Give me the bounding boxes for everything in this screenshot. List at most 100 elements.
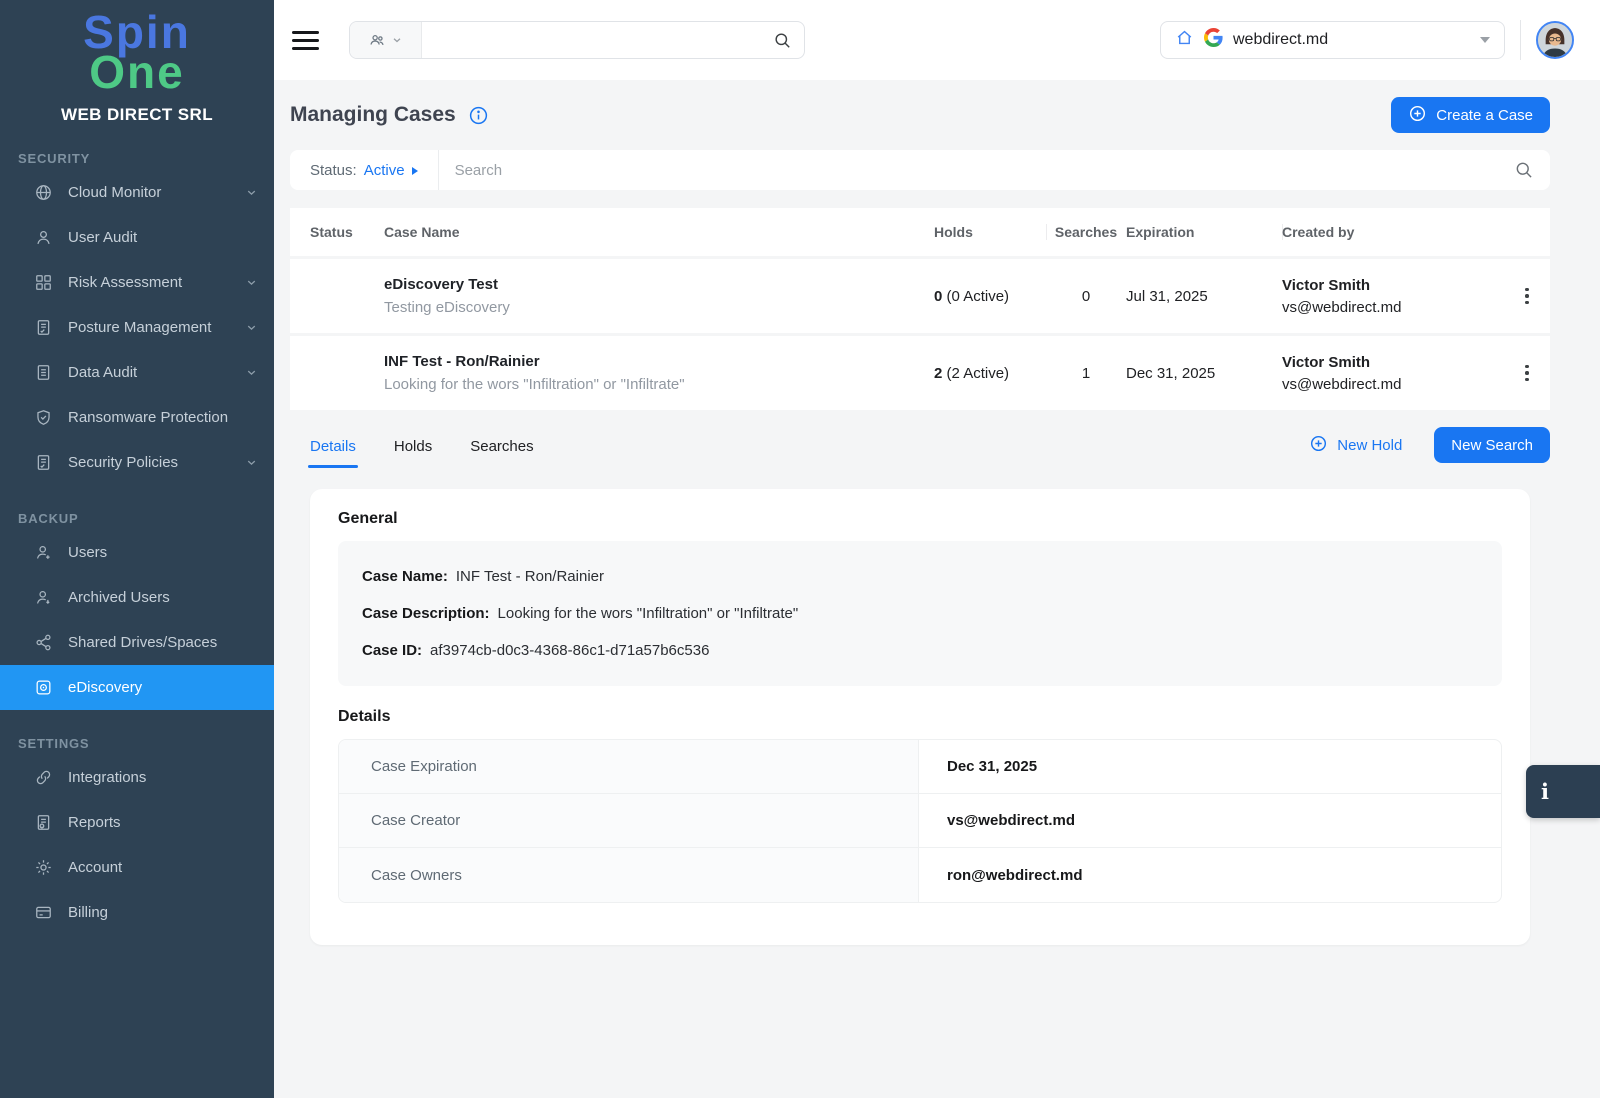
case-name: INF Test - Ron/Rainier [384,353,934,370]
expiration-cell: Jul 31, 2025 [1126,288,1282,305]
doc-lines-icon [34,363,53,382]
table-header-row: Status Case Name Holds Searches Expirati… [290,208,1550,256]
details-section-title: Details [338,708,1502,726]
org-selector-value: webdirect.md [1233,31,1328,49]
app-window: Spin One WEB DIRECT SRL SECURITY Cloud M… [0,0,1600,1098]
logo-one-text: One [0,52,274,92]
doc-check-icon [34,318,53,337]
menu-button[interactable] [292,26,319,55]
tab-actions: New Hold New Search [1303,427,1550,468]
home-icon [1175,28,1194,52]
section-title-settings: SETTINGS [0,736,274,751]
sidebar-item-risk-assessment[interactable]: Risk Assessment [0,260,274,305]
users-group-icon [368,31,386,49]
new-hold-button[interactable]: New Hold [1303,433,1408,458]
user-plus-icon [34,543,53,562]
detail-tabs: Details Holds Searches New Hold New Sear… [290,422,1550,468]
info-icon[interactable] [468,105,489,126]
topbar-right: webdirect.md [1160,20,1574,60]
share-icon [34,633,53,652]
sidebar-item-ediscovery[interactable]: eDiscovery [0,665,274,710]
case-description-field: Case Description: Looking for the wors "… [362,595,1478,632]
org-selector[interactable]: webdirect.md [1160,21,1505,59]
search-icon[interactable] [773,31,792,50]
topbar: webdirect.md [274,0,1600,80]
sidebar-item-archived-users[interactable]: Archived Users [0,575,274,620]
holds-cell: 2 (2 Active) [934,365,1046,382]
details-row-owners: Case Owners ron@webdirect.md [339,848,1501,902]
plus-circle-icon [1408,104,1427,127]
expiration-cell: Dec 31, 2025 [1126,365,1282,382]
sidebar-item-account[interactable]: Account [0,845,274,890]
chevron-down-icon [245,456,258,469]
section-title-security: SECURITY [0,151,274,166]
row-menu-kebab-icon[interactable] [1521,361,1533,386]
ediscovery-icon [34,678,53,697]
plus-circle-icon [1309,434,1328,457]
sidebar: Spin One WEB DIRECT SRL SECURITY Cloud M… [0,0,274,1098]
page-title: Managing Cases [290,103,456,127]
row-menu-kebab-icon[interactable] [1521,284,1533,309]
created-by-cell: Victor Smith vs@webdirect.md [1282,354,1504,393]
doc-check-icon [34,453,53,472]
details-table: Case Expiration Dec 31, 2025 Case Creato… [338,739,1502,903]
user-icon [34,228,53,247]
general-info-box: Case Name: INF Test - Ron/Rainier Case D… [338,541,1502,686]
holds-cell: 0 (0 Active) [934,288,1046,305]
tab-holds[interactable]: Holds [394,438,432,468]
chevron-down-icon [245,321,258,334]
sidebar-item-shared-drives[interactable]: Shared Drives/Spaces [0,620,274,665]
sidebar-item-security-policies[interactable]: Security Policies [0,440,274,485]
avatar[interactable] [1536,21,1574,59]
sidebar-item-reports[interactable]: Reports [0,800,274,845]
create-case-button[interactable]: Create a Case [1391,97,1550,133]
gear-icon [34,858,53,877]
info-letter: i [1541,779,1549,804]
search-scope-dropdown[interactable] [350,22,422,58]
sidebar-item-billing[interactable]: Billing [0,890,274,935]
global-search-input[interactable] [422,32,773,49]
content-area: Managing Cases Create a Case Status: Act… [274,80,1600,1098]
details-row-expiration: Case Expiration Dec 31, 2025 [339,740,1501,794]
table-row[interactable]: eDiscovery Test Testing eDiscovery 0 (0 … [290,259,1550,333]
filter-bar: Status: Active [290,150,1550,190]
case-id-field: Case ID: af3974cb-d0c3-4368-86c1-d71a57b… [362,632,1478,669]
case-details-card: General Case Name: INF Test - Ron/Rainie… [310,489,1530,945]
chevron-down-icon [245,366,258,379]
chevron-down-icon [391,34,403,46]
sidebar-item-data-audit[interactable]: Data Audit [0,350,274,395]
details-row-creator: Case Creator vs@webdirect.md [339,794,1501,848]
tab-details[interactable]: Details [310,438,356,468]
table-row[interactable]: INF Test - Ron/Rainier Looking for the w… [290,336,1550,410]
sidebar-item-users[interactable]: Users [0,530,274,575]
spinone-logo: Spin One [0,0,274,93]
info-side-button[interactable]: i [1526,765,1600,818]
case-search-input[interactable] [439,162,1514,179]
chevron-down-icon [245,186,258,199]
search-icon[interactable] [1514,160,1534,180]
case-name-field: Case Name: INF Test - Ron/Rainier [362,558,1478,595]
general-section-title: General [338,510,1502,528]
case-name: eDiscovery Test [384,276,934,293]
link-icon [34,768,53,787]
sidebar-item-cloud-monitor[interactable]: Cloud Monitor [0,170,274,215]
searches-cell: 0 [1046,288,1126,305]
user-archive-icon [34,588,53,607]
tab-searches[interactable]: Searches [470,438,533,468]
case-description: Testing eDiscovery [384,299,934,316]
global-search [349,21,805,59]
credit-card-icon [34,903,53,922]
sidebar-item-integrations[interactable]: Integrations [0,755,274,800]
sidebar-item-posture-management[interactable]: Posture Management [0,305,274,350]
searches-cell: 1 [1046,365,1126,382]
sidebar-item-user-audit[interactable]: User Audit [0,215,274,260]
status-filter-dropdown[interactable]: Status: Active [290,150,439,190]
shield-check-icon [34,408,53,427]
new-search-button[interactable]: New Search [1434,427,1550,463]
triangle-right-icon [412,167,418,175]
topbar-divider [1520,20,1521,60]
chevron-down-icon [245,276,258,289]
globe-icon [34,183,53,202]
sidebar-item-ransomware-protection[interactable]: Ransomware Protection [0,395,274,440]
google-icon [1204,28,1223,52]
